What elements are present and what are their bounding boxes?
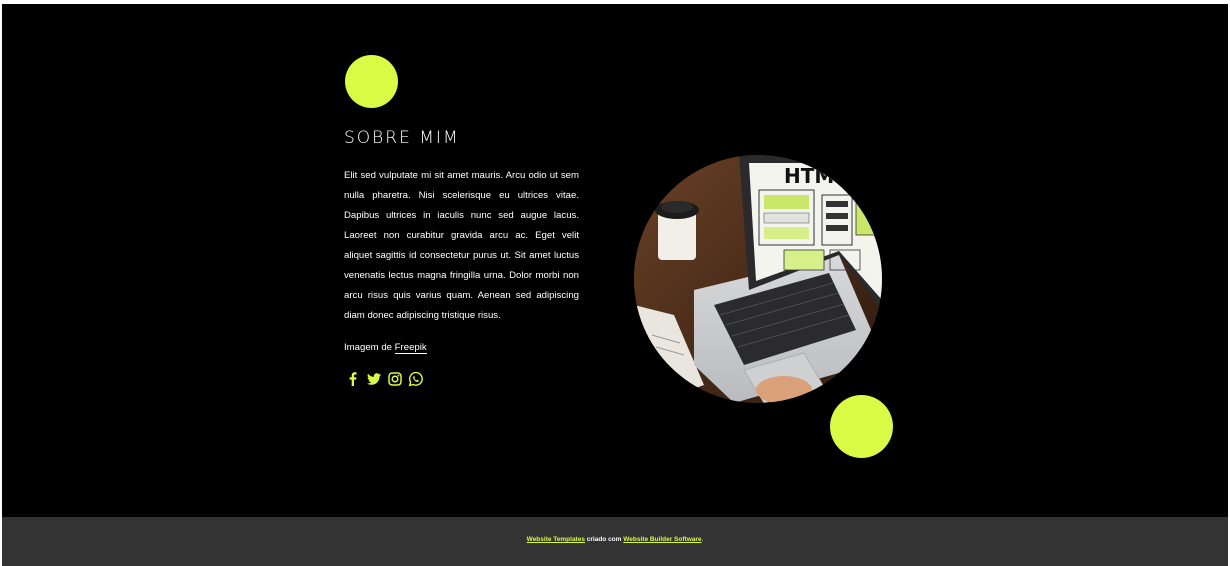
- laptop-photo: HTML: [634, 155, 882, 403]
- instagram-icon[interactable]: [387, 371, 403, 387]
- website-builder-link[interactable]: Website Builder Software: [623, 536, 701, 543]
- footer: Website Templates criado com Website Bui…: [2, 517, 1228, 566]
- social-links: [345, 371, 424, 387]
- facebook-icon[interactable]: [345, 371, 361, 387]
- page: SOBRE MIM Elit sed vulputate mi sit amet…: [0, 0, 1230, 566]
- website-templates-link[interactable]: Website Templates: [527, 536, 585, 543]
- freepik-link[interactable]: Freepik: [394, 342, 427, 354]
- footer-end-text: .: [701, 536, 704, 543]
- twitter-icon[interactable]: [366, 371, 382, 387]
- image-credit-prefix: Imagem de: [344, 342, 395, 353]
- whatsapp-icon[interactable]: [408, 371, 424, 387]
- section-title: SOBRE MIM: [344, 128, 460, 148]
- footer-middle-text: criado com: [584, 536, 624, 543]
- about-section: [2, 4, 1228, 517]
- accent-circle-top: [345, 55, 398, 108]
- footer-credit: Website Templates criado com Website Bui…: [2, 536, 1228, 543]
- accent-circle-bottom: [830, 395, 893, 458]
- about-paragraph: Elit sed vulputate mi sit amet mauris. A…: [344, 170, 579, 321]
- image-credit: Imagem de Freepik: [344, 342, 427, 354]
